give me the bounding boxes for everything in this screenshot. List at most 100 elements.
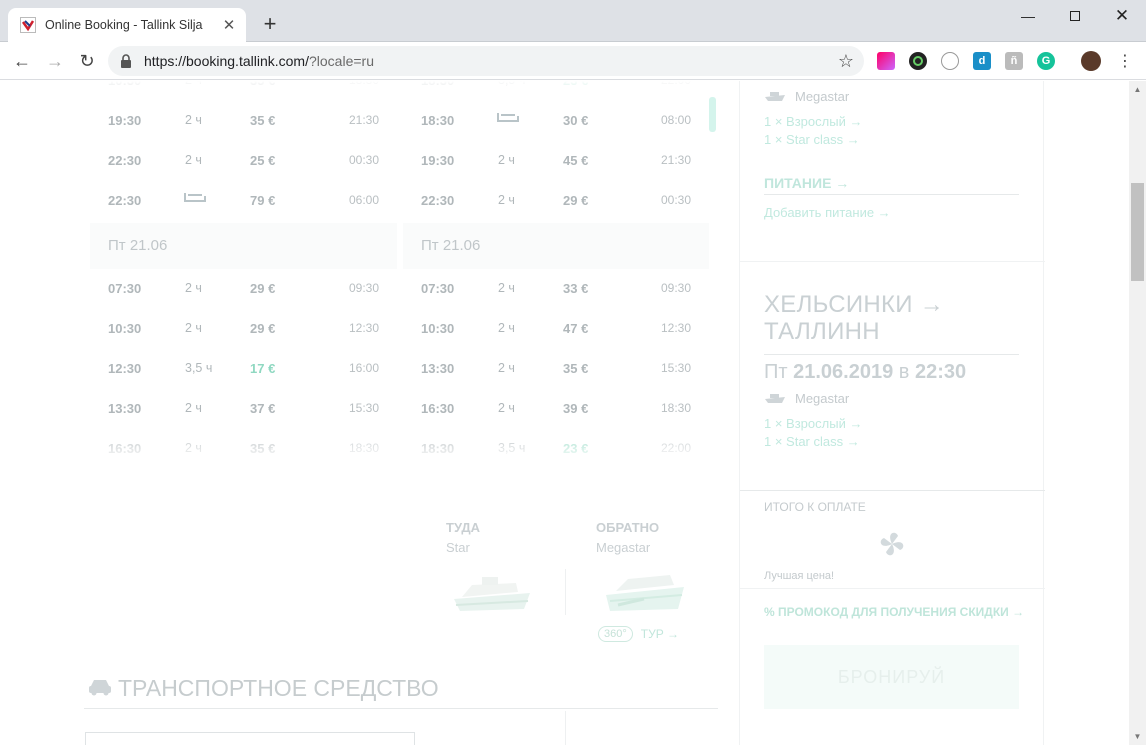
forward-arrow-icon[interactable]: → [43, 49, 67, 73]
summary-ship-name: Megastar [795, 391, 850, 406]
departure-time: 22:30 [108, 153, 142, 168]
duration: 2 ч [498, 321, 515, 335]
duration: 2 ч [498, 153, 515, 167]
maximize-window-icon[interactable] [1060, 6, 1090, 26]
scroll-down-arrow-icon[interactable]: ▼ [1129, 728, 1146, 745]
departure-time: 22:30 [914, 361, 967, 383]
reload-icon[interactable]: ↻ [75, 49, 99, 73]
departure-time: 19:30 [108, 113, 142, 128]
car-icon [88, 678, 112, 701]
sailing-row[interactable]: 07:30 2 ч 33 € 09:30 [403, 269, 709, 309]
return-label: ОБРАТНО [596, 520, 660, 535]
ship-divider [565, 569, 566, 615]
sailing-row[interactable]: 19:30 2 ч 45 € 21:30 [403, 141, 709, 181]
return-route-title: ХЕЛЬСИНКИ → ТАЛЛИНН [764, 291, 944, 345]
day-label: Пт 21.06 [108, 237, 168, 254]
passengers-link[interactable]: 1 × Взрослый → [764, 114, 862, 129]
price: 39 € [563, 401, 589, 416]
route-divider [764, 354, 1019, 355]
close-window-icon[interactable]: ✕ [1107, 6, 1137, 26]
tab-title: Online Booking - Tallink Silja [45, 18, 203, 32]
sailing-row[interactable]: 13:30 2 ч 37 € 15:30 [90, 389, 397, 429]
sailing-row[interactable]: 07:30 2 ч 29 € 09:30 [90, 269, 397, 309]
scrollbar-thumb[interactable] [1131, 183, 1144, 281]
extension-gradient-icon[interactable] [877, 52, 895, 70]
scroll-up-arrow-icon[interactable]: ▲ [1129, 81, 1146, 98]
sailing-row[interactable]: 12:30 3,5 ч 17 € 16:00 [90, 349, 397, 389]
sailing-row[interactable]: 22:30 79 € 06:00 [90, 181, 397, 221]
duration: 2 ч [185, 321, 202, 335]
tour-label: ТУР → [640, 627, 680, 641]
sailing-row[interactable]: 16:30 2 ч 39 € 18:30 [403, 389, 709, 429]
schedule-scrollbar[interactable] [709, 97, 716, 132]
bookmark-star-icon[interactable]: ☆ [838, 51, 854, 72]
book-button[interactable]: БРОНИРУЙ [764, 645, 1019, 709]
minimize-window-icon[interactable]: — [1013, 6, 1043, 26]
duration: 2 ч [498, 193, 515, 207]
departure-date: 21.06.2019 [793, 361, 894, 383]
meals-title[interactable]: ПИТАНИЕ → [764, 175, 849, 191]
price: 29 € [250, 281, 276, 296]
departure-time: 12:30 [108, 361, 142, 376]
tallink-favicon-icon [20, 17, 36, 33]
outbound-label: ТУДА [446, 520, 481, 535]
best-price-label: Лучшая цена! [764, 570, 835, 582]
booking-summary-panel: Megastar 1 × Взрослый → 1 × Star class →… [739, 81, 1045, 745]
price: 25 € [250, 153, 276, 168]
departure-time: 22:30 [108, 193, 142, 208]
ship-icon [764, 391, 786, 409]
browser-tab[interactable]: Online Booking - Tallink Silja ✕ [8, 8, 246, 42]
new-tab-button[interactable]: + [258, 12, 282, 36]
sailing-row[interactable]: 13:30 2 ч 35 € 15:30 [403, 349, 709, 389]
address-bar[interactable]: https://booking.tallink.com/?locale=ru ☆ [108, 46, 864, 76]
add-meals-link[interactable]: Добавить питание → [764, 205, 891, 220]
ship-icon [764, 89, 786, 107]
extension-grey-icon[interactable]: ñ [1005, 52, 1023, 70]
panel-divider [740, 261, 1045, 262]
arrival-time: 12:30 [348, 321, 379, 335]
departure-time: 13:30 [421, 361, 455, 376]
profile-avatar[interactable] [1081, 51, 1101, 71]
date-prefix: Пт [764, 361, 788, 383]
arrival-time: 21:30 [660, 153, 691, 167]
megastar-ship-image [604, 569, 688, 620]
extension-color-wheel-icon[interactable] [909, 52, 927, 70]
departure-time: 19:30 [421, 153, 455, 168]
browser-tabstrip: Online Booking - Tallink Silja ✕ + — ✕ [0, 0, 1146, 42]
sailing-row[interactable]: 22:30 2 ч 29 € 00:30 [403, 181, 709, 221]
arrival-time: 12:30 [660, 321, 691, 335]
promo-code-link[interactable]: % ПРОМОКОД ДЛЯ ПОЛУЧЕНИЯ СКИДКИ → [764, 605, 1024, 619]
tab-close-icon[interactable]: ✕ [220, 16, 238, 34]
extension-circle-icon[interactable] [941, 52, 959, 70]
tour-360-link[interactable]: 360° ТУР → [598, 626, 679, 642]
transport-title: ТРАНСПОРТНОЕ СРЕДСТВО [118, 675, 439, 701]
panel-divider [740, 490, 1045, 491]
sailing-row[interactable]: 10:30 2 ч 47 € 12:30 [403, 309, 709, 349]
return-ship-name: Megastar [596, 540, 651, 555]
arrival-time: 15:30 [660, 361, 691, 375]
sailing-row[interactable]: 10:30 2 ч 29 € 12:30 [90, 309, 397, 349]
extension-d-icon[interactable]: d [973, 52, 991, 70]
sailing-row[interactable]: 19:30 2 ч 35 € 21:30 [90, 101, 397, 141]
back-arrow-icon[interactable]: ← [10, 49, 34, 73]
day-label: Пт 21.06 [421, 237, 481, 254]
duration: 2 ч [185, 153, 202, 167]
url-query: ?locale=ru [308, 53, 374, 69]
browser-toolbar: ← → ↻ https://booking.tallink.com/?local… [0, 42, 1146, 80]
cabin-class-link[interactable]: 1 × Star class → [764, 434, 860, 449]
price: 29 € [563, 193, 589, 208]
grammarly-icon[interactable]: G [1037, 52, 1055, 70]
vehicle-select-input[interactable] [85, 732, 415, 745]
sailing-row[interactable]: 22:30 2 ч 25 € 00:30 [90, 141, 397, 181]
page-scrollbar[interactable]: ▲ ▼ [1129, 81, 1146, 745]
schedule-fade-top [84, 81, 718, 103]
cabin-class-link[interactable]: 1 × Star class → [764, 132, 860, 147]
panel-divider [740, 588, 1045, 589]
arrival-time: 16:00 [348, 361, 379, 375]
sailing-row[interactable]: 18:30 30 € 08:00 [403, 101, 709, 141]
browser-menu-icon[interactable]: ⋮ [1113, 49, 1137, 73]
departure-time: 16:30 [421, 401, 455, 416]
departure-time: 10:30 [108, 321, 142, 336]
booking-page: 10:302 ч35 €18:3019:302 ч35 €21:3022:302… [0, 81, 1129, 745]
passengers-link[interactable]: 1 × Взрослый → [764, 416, 862, 431]
